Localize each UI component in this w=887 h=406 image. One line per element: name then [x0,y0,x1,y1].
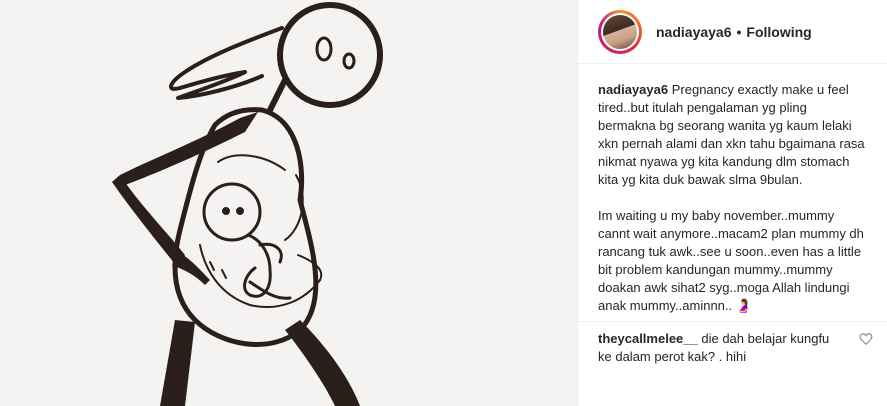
divider [578,321,887,322]
avatar[interactable] [601,12,639,51]
instagram-post: nadiayaya6 • Following nadiayaya6 Pregna… [0,0,887,406]
comment-body: theycallmelee__ die dah belajar kungfu k… [598,330,838,366]
story-ring[interactable] [598,9,642,54]
pregnancy-illustration [112,2,383,406]
comment-username[interactable]: theycallmelee__ [598,331,698,346]
pregnant-woman-icon: 🤰 [735,298,752,313]
header-user-info: nadiayaya6 • Following [656,24,812,40]
comment-item: theycallmelee__ die dah belajar kungfu k… [598,330,873,366]
post-image[interactable] [0,0,578,406]
header-username[interactable]: nadiayaya6 [656,24,732,40]
post-caption: nadiayaya6 Pregnancy exactly make u feel… [598,81,867,315]
comments-section: nadiayaya6 Pregnancy exactly make u feel… [578,64,887,366]
caption-text-part2: Im waiting u my baby november..mummy can… [598,208,868,313]
following-button[interactable]: Following [746,24,811,40]
post-header: nadiayaya6 • Following [578,0,887,64]
post-sidebar: nadiayaya6 • Following nadiayaya6 Pregna… [578,0,887,406]
caption-text-part1: Pregnancy exactly make u feel tired..but… [598,82,869,187]
caption-username[interactable]: nadiayaya6 [598,82,668,97]
header-separator: • [736,23,742,40]
heart-icon[interactable] [859,332,873,351]
avatar-image [603,14,637,49]
